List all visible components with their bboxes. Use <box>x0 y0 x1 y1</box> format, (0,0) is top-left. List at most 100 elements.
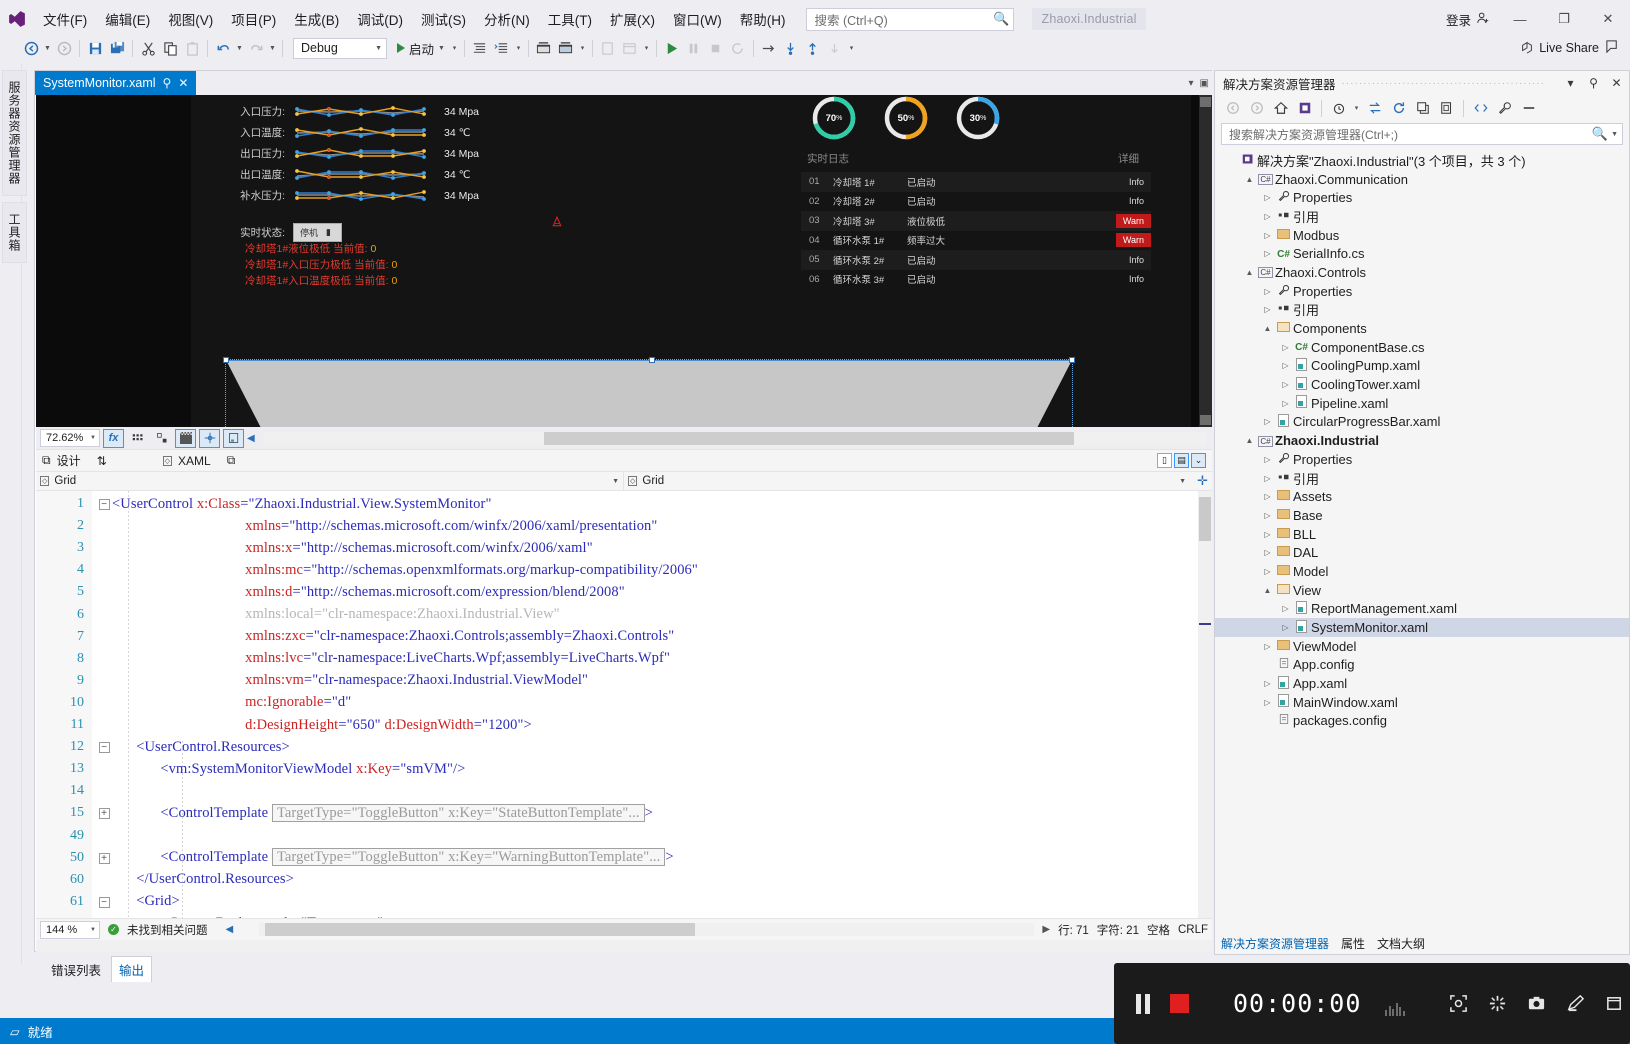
tree-item[interactable]: ▷ Assets <box>1215 487 1629 506</box>
designer-toolbar-overflow-icon[interactable]: ◀ <box>247 433 255 444</box>
editor-horizontal-scrollbar[interactable] <box>259 923 1035 936</box>
region-select-icon[interactable] <box>1449 994 1468 1013</box>
effects-button[interactable]: fx <box>103 428 124 448</box>
code-line[interactable]: 9 xmlns:vm="clr-namespace:Zhaoxi.Industr… <box>36 670 1212 692</box>
tree-item[interactable]: ▷ App.xaml <box>1215 674 1629 693</box>
align-center-button[interactable] <box>199 428 220 448</box>
save-all-icon[interactable] <box>106 36 128 60</box>
log-row[interactable]: 04 循环水泵 1# 频率过大 Warn <box>801 231 1151 251</box>
designer-horizontal-scrollbar[interactable] <box>263 431 1206 445</box>
add-region-icon[interactable]: ✛ <box>1197 473 1208 489</box>
chevron-down-icon[interactable]: ▼ <box>1611 131 1618 138</box>
open-in-blend-button[interactable] <box>223 428 244 448</box>
expander-icon[interactable]: ▲ <box>1243 436 1256 445</box>
menu-item-1[interactable]: 编辑(E) <box>96 5 159 33</box>
expander-icon[interactable]: ▷ <box>1279 399 1292 408</box>
toggle-designer-icon[interactable] <box>555 36 577 60</box>
navigate-backward-dropdown-icon[interactable]: ▼ <box>42 36 53 60</box>
menu-item-3[interactable]: 项目(P) <box>222 5 285 33</box>
code-line[interactable]: 8 xmlns:lvc="clr-namespace:LiveCharts.Wp… <box>36 648 1212 670</box>
continue-debug-icon[interactable] <box>661 36 683 60</box>
tree-item[interactable]: ▲ C# Zhaoxi.Controls <box>1215 263 1629 282</box>
expander-icon[interactable]: ▷ <box>1261 455 1274 464</box>
expander-icon[interactable]: ▷ <box>1261 249 1274 258</box>
expander-icon[interactable]: ▷ <box>1279 380 1292 389</box>
menu-item-2[interactable]: 视图(V) <box>159 5 222 33</box>
selected-element-adorner[interactable] <box>223 357 1075 427</box>
xaml-code-editor[interactable]: 1 − <UserControl x:Class="Zhaoxi.Industr… <box>36 491 1212 918</box>
tree-item[interactable]: ▷ 引用 <box>1215 207 1629 226</box>
resize-handle-ne[interactable] <box>1069 357 1075 363</box>
menu-item-5[interactable]: 调试(D) <box>348 5 412 33</box>
code-line[interactable]: 2 xmlns="http://schemas.microsoft.com/wi… <box>36 515 1212 537</box>
expander-icon[interactable]: ▷ <box>1261 530 1274 539</box>
pending-changes-icon[interactable] <box>1327 97 1350 119</box>
expander-icon[interactable]: ▲ <box>1261 324 1274 333</box>
design-view-tab[interactable]: ⧉ 设计 <box>42 452 81 469</box>
bottom-tab-1[interactable]: 输出 <box>111 956 153 982</box>
copy-icon[interactable] <box>159 36 181 60</box>
home-icon[interactable] <box>1269 97 1292 119</box>
collapsed-region[interactable]: TargetType="ToggleButton" x:Key="StateBu… <box>271 803 645 822</box>
properties-icon[interactable] <box>1493 97 1516 119</box>
expander-icon[interactable]: ▷ <box>1261 231 1274 240</box>
show-grid-button[interactable] <box>175 428 196 448</box>
expander-icon[interactable]: ▲ <box>1243 175 1256 184</box>
expander-icon[interactable]: ▷ <box>1261 511 1274 520</box>
pin-icon[interactable]: ⚲ <box>1585 76 1602 90</box>
sign-in-button[interactable]: 登录 <box>1438 10 1498 29</box>
panel-menu-icon[interactable]: ▾ <box>1562 76 1579 90</box>
log-row[interactable]: 05 循环水泵 2# 已启动 Info <box>801 250 1151 270</box>
camera-icon[interactable] <box>1527 994 1546 1013</box>
live-share-button[interactable]: Live Share <box>1520 40 1599 57</box>
close-button[interactable]: ✕ <box>1586 4 1630 34</box>
tree-item[interactable]: ▷ C# SerialInfo.cs <box>1215 244 1629 263</box>
navigate-backward-icon[interactable] <box>20 36 42 60</box>
expander-icon[interactable]: ▷ <box>1261 548 1274 557</box>
close-icon[interactable]: ✕ <box>178 76 188 90</box>
sln-bottom-tab-1[interactable]: 属性 <box>1341 935 1365 952</box>
expander-icon[interactable]: ▷ <box>1279 604 1292 613</box>
code-line[interactable]: 11 d:DesignHeight="650" d:DesignWidth="1… <box>36 714 1212 736</box>
output-pane-splitter[interactable] <box>36 940 1212 952</box>
pop-out-button[interactable]: ⧉ <box>227 453 236 468</box>
designer-vertical-scrollbar[interactable] <box>1199 95 1212 427</box>
code-line[interactable]: 6 xmlns:local="clr-namespace:Zhaoxi.Indu… <box>36 604 1212 626</box>
document-tab-systemmonitor[interactable]: SystemMonitor.xaml ⚲ ✕ <box>35 71 197 95</box>
expander-icon[interactable]: ▷ <box>1279 343 1292 352</box>
maximize-button[interactable]: ❐ <box>1542 4 1586 34</box>
view-code-icon[interactable] <box>1469 97 1492 119</box>
tree-item[interactable]: ▲ Components <box>1215 319 1629 338</box>
code-line[interactable]: 12 − <UserControl.Resources> <box>36 736 1212 758</box>
solution-explorer-search-input[interactable]: 搜索解决方案资源管理器(Ctrl+;) 🔍 ▼ <box>1221 123 1623 145</box>
undo-dropdown-icon[interactable]: ▼ <box>234 36 245 60</box>
code-line[interactable]: 10 mc:Ignorable="d" <box>36 692 1212 714</box>
menu-item-10[interactable]: 窗口(W) <box>664 5 731 33</box>
code-line[interactable]: 15 + <ControlTemplate TargetType="Toggle… <box>36 802 1212 824</box>
toolbar-overflow-icon[interactable]: ▾ <box>846 36 857 60</box>
tree-item[interactable]: ▷ BLL <box>1215 525 1629 544</box>
undo-icon[interactable] <box>212 36 234 60</box>
tree-item[interactable]: ▷ C# ComponentBase.cs <box>1215 338 1629 357</box>
fold-collapse-icon[interactable]: − <box>98 742 110 754</box>
sidebar-item-server-explorer[interactable]: 服务器资源管理器 <box>2 70 27 196</box>
tree-item[interactable]: ▷ 引用 <box>1215 469 1629 488</box>
horizontal-split-button[interactable]: ▤ <box>1174 453 1189 468</box>
menu-item-9[interactable]: 扩展(X) <box>601 5 664 33</box>
solution-configuration-combo[interactable]: Debug ▼ <box>293 37 387 59</box>
pause-icon[interactable] <box>1136 993 1150 1014</box>
vertical-split-button[interactable]: ▯ <box>1157 453 1172 468</box>
close-icon[interactable]: ✕ <box>1608 76 1625 90</box>
crop-icon[interactable] <box>1488 994 1507 1013</box>
log-row[interactable]: 01 冷却塔 1# 已启动 Info <box>801 172 1151 192</box>
expander-icon[interactable]: ▷ <box>1261 193 1274 202</box>
toolbar-overflow-icon[interactable]: ▾ <box>577 36 588 60</box>
tree-item[interactable]: ▷ CoolingTower.xaml <box>1215 375 1629 394</box>
code-line[interactable]: 50 + <ControlTemplate TargetType="Toggle… <box>36 847 1212 869</box>
scrollbar-thumb[interactable] <box>265 923 696 936</box>
sln-bottom-tab-0[interactable]: 解决方案资源管理器 <box>1221 935 1329 952</box>
window-icon[interactable] <box>1605 994 1624 1013</box>
expander-icon[interactable]: ▷ <box>1279 623 1292 632</box>
open-file-in-browser-icon[interactable] <box>533 36 555 60</box>
scroll-left-arrow[interactable]: ◀ <box>226 924 234 935</box>
